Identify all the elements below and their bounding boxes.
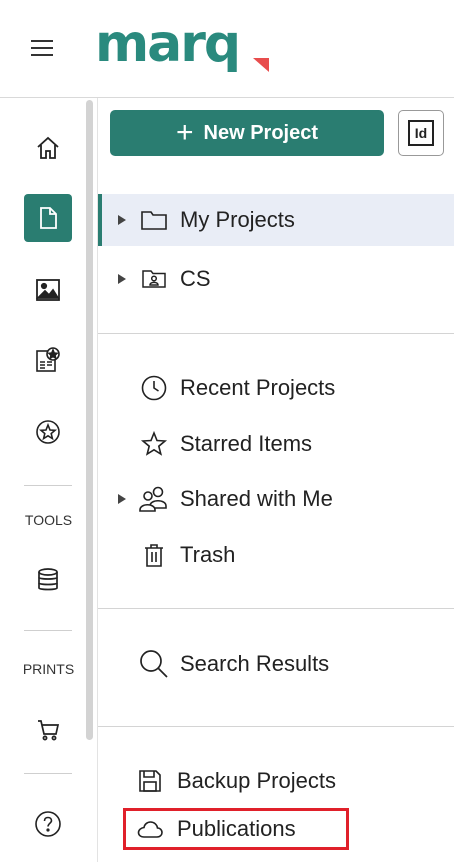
- rail-divider: [24, 485, 72, 486]
- rail-scrollbar[interactable]: [86, 100, 93, 740]
- icon-rail: TOOLS PRINTS: [0, 98, 98, 862]
- projects-button[interactable]: [24, 194, 72, 242]
- section-divider: [98, 726, 454, 727]
- tree-item-recent-projects[interactable]: Recent Projects: [98, 362, 454, 414]
- tree-item-label: Backup Projects: [177, 768, 336, 793]
- home-icon: [37, 136, 59, 159]
- expand-caret-icon[interactable]: [118, 274, 126, 284]
- marq-logo[interactable]: marq: [95, 14, 269, 74]
- star-icon: [140, 430, 168, 456]
- expand-caret-icon[interactable]: [118, 494, 126, 504]
- help-icon: [35, 811, 61, 837]
- shared-folder-icon: [142, 270, 166, 288]
- new-project-label: New Project: [203, 121, 318, 144]
- image-icon: [35, 279, 60, 301]
- menu-icon[interactable]: [31, 40, 53, 56]
- tools-label: TOOLS: [24, 512, 73, 528]
- section-divider: [98, 608, 454, 609]
- logo-text: marq: [95, 14, 241, 74]
- expand-caret-icon[interactable]: [118, 215, 126, 225]
- indesign-import-button[interactable]: Id: [398, 110, 444, 156]
- projects-panel: + New Project Id My Projects CS Recent P…: [98, 98, 454, 862]
- tree-item-label: CS: [180, 266, 211, 291]
- tree-item-shared-with-me[interactable]: Shared with Me: [98, 473, 454, 525]
- tree-item-label: My Projects: [180, 207, 295, 232]
- tree-item-label: Starred Items: [180, 431, 313, 456]
- selection-indicator: [98, 194, 102, 246]
- logo-accent-mark: [253, 58, 269, 72]
- tree-item-backup-projects[interactable]: Backup Projects: [98, 755, 454, 807]
- templates-button[interactable]: [24, 336, 72, 384]
- tree-item-label: Search Results: [180, 651, 330, 676]
- data-tools-button[interactable]: [24, 556, 72, 604]
- indesign-icon: Id: [408, 120, 434, 146]
- prints-button[interactable]: [24, 706, 72, 754]
- tree-item-label: Trash: [180, 542, 236, 567]
- tree-item-search-results[interactable]: Search Results: [98, 638, 454, 690]
- search-icon: [140, 650, 168, 678]
- publications-highlight-box: [123, 808, 349, 850]
- database-icon: [38, 568, 58, 591]
- app-header: marq: [0, 0, 454, 98]
- tree-item-trash[interactable]: Trash: [98, 529, 454, 581]
- save-icon: [139, 770, 161, 792]
- document-icon: [40, 207, 57, 229]
- rail-divider: [24, 773, 72, 774]
- section-divider: [98, 333, 454, 334]
- favorites-button[interactable]: [24, 408, 72, 456]
- folder-icon: [141, 211, 167, 230]
- tree-item-cs[interactable]: CS: [98, 253, 454, 305]
- users-icon: [139, 486, 167, 512]
- plus-icon: +: [175, 116, 194, 149]
- tree-item-label: Recent Projects: [180, 375, 336, 400]
- images-button[interactable]: [24, 266, 72, 314]
- tree-item-label: Shared with Me: [180, 486, 333, 511]
- tree-item-my-projects[interactable]: My Projects: [98, 194, 454, 246]
- rail-divider: [24, 630, 72, 631]
- prints-label: PRINTS: [22, 661, 75, 677]
- template-star-icon: [36, 347, 60, 372]
- trash-icon: [145, 544, 163, 567]
- tree-item-starred-items[interactable]: Starred Items: [98, 418, 454, 470]
- new-project-button[interactable]: + New Project: [110, 110, 384, 156]
- home-button[interactable]: [24, 124, 72, 172]
- star-circle-icon: [36, 420, 60, 444]
- clock-icon: [141, 375, 167, 401]
- help-button[interactable]: [24, 800, 72, 848]
- cart-icon: [38, 720, 60, 741]
